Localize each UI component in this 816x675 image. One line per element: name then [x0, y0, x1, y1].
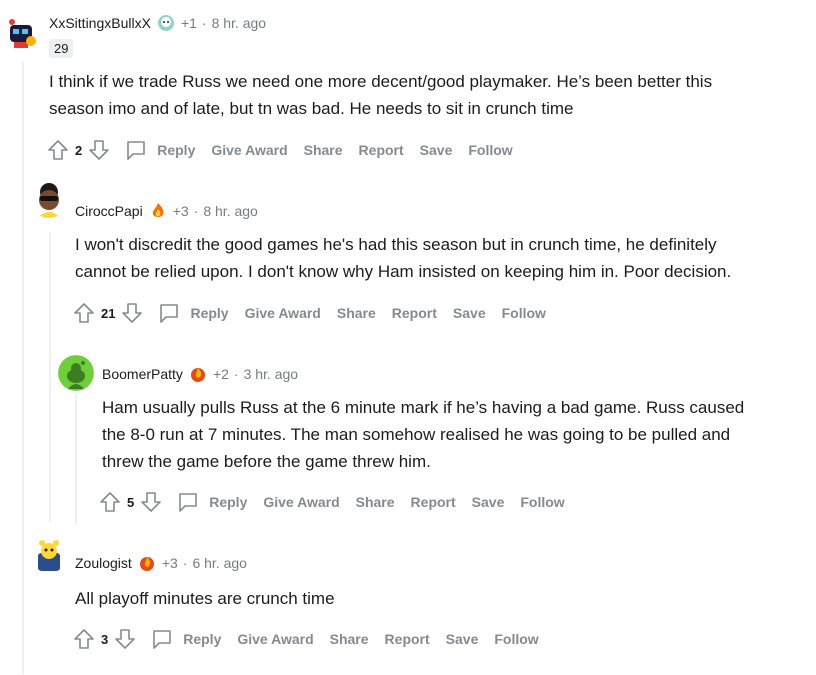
comment-actions: 5 Reply Give Award Share Report Save Fol…	[98, 488, 581, 516]
upvote-icon[interactable]	[46, 138, 70, 162]
reply-bubble-icon[interactable]	[158, 301, 182, 325]
comment-body: I think if we trade Russ we need one mor…	[49, 68, 712, 122]
downvote-icon[interactable]	[139, 490, 163, 514]
downvote-icon[interactable]	[120, 301, 144, 325]
fire-flair-icon	[189, 365, 207, 383]
username[interactable]: BoomerPatty	[102, 366, 183, 382]
timestamp[interactable]: 3 hr. ago	[244, 366, 299, 382]
comment-actions: 2 Reply Give Award Share Report Save Fol…	[46, 136, 529, 164]
thread-line[interactable]	[75, 394, 77, 524]
avatar[interactable]	[58, 355, 94, 391]
username[interactable]: XxSittingxBullxX	[49, 15, 151, 31]
comment-body: Ham usually pulls Russ at the 6 minute m…	[102, 394, 744, 475]
snoo-flair-icon	[157, 14, 175, 32]
timestamp[interactable]: 6 hr. ago	[192, 555, 247, 571]
save-button[interactable]: Save	[453, 305, 486, 321]
karma: +3	[172, 203, 189, 219]
reply-button[interactable]: Reply	[157, 142, 195, 158]
flame-flair-icon	[149, 202, 167, 220]
thread-line[interactable]	[22, 62, 24, 674]
follow-button[interactable]: Follow	[494, 631, 538, 647]
comment-body: All playoff minutes are crunch time	[75, 585, 335, 612]
separator: ·	[182, 555, 188, 571]
downvote-icon[interactable]	[87, 138, 111, 162]
timestamp[interactable]: 8 hr. ago	[203, 203, 258, 219]
reply-button[interactable]: Reply	[209, 494, 247, 510]
separator: ·	[201, 15, 207, 31]
avatar[interactable]	[4, 14, 40, 50]
give-award-button[interactable]: Give Award	[263, 494, 339, 510]
karma: +1	[180, 15, 197, 31]
comment-line: season imo and of late, but tn was bad. …	[49, 99, 574, 118]
comment-line: threw the game before the game threw him…	[102, 452, 431, 471]
share-button[interactable]: Share	[330, 631, 369, 647]
comment-line: the 8-0 run at 7 minutes. The man someho…	[102, 425, 731, 444]
share-button[interactable]: Share	[356, 494, 395, 510]
follow-button[interactable]: Follow	[502, 305, 546, 321]
give-award-button[interactable]: Give Award	[237, 631, 313, 647]
comment-body: I won't discredit the good games he's ha…	[75, 231, 731, 285]
timestamp[interactable]: 8 hr. ago	[212, 15, 267, 31]
follow-button[interactable]: Follow	[520, 494, 564, 510]
vote-count: 21	[101, 305, 116, 321]
avatar[interactable]	[31, 182, 67, 218]
report-button[interactable]: Report	[385, 631, 430, 647]
comment-line: cannot be relied upon. I don't know why …	[75, 262, 732, 281]
give-award-button[interactable]: Give Award	[211, 142, 287, 158]
reply-bubble-icon[interactable]	[177, 490, 201, 514]
reply-button[interactable]: Reply	[190, 305, 228, 321]
username[interactable]: Zoulogist	[75, 555, 132, 571]
username[interactable]: CiroccPapi	[75, 203, 143, 219]
user-badge: 29	[49, 39, 74, 58]
report-button[interactable]: Report	[392, 305, 437, 321]
comment-line: Ham usually pulls Russ at the 6 minute m…	[102, 398, 745, 417]
follow-button[interactable]: Follow	[468, 142, 512, 158]
share-button[interactable]: Share	[337, 305, 376, 321]
comment-line: All playoff minutes are crunch time	[75, 589, 335, 608]
comment-line: I won't discredit the good games he's ha…	[75, 235, 717, 254]
thread-line[interactable]	[49, 232, 51, 522]
comment-line: I think if we trade Russ we need one mor…	[49, 72, 713, 91]
comment-actions: 21 Reply Give Award Share Report Save Fo…	[72, 299, 562, 327]
separator: ·	[193, 203, 199, 219]
karma: +3	[161, 555, 178, 571]
reply-button[interactable]: Reply	[183, 631, 221, 647]
vote-count: 3	[101, 631, 109, 647]
upvote-icon[interactable]	[72, 627, 96, 651]
share-button[interactable]: Share	[304, 142, 343, 158]
karma: +2	[212, 366, 229, 382]
downvote-icon[interactable]	[113, 627, 137, 651]
give-award-button[interactable]: Give Award	[245, 305, 321, 321]
save-button[interactable]: Save	[420, 142, 453, 158]
avatar[interactable]	[31, 537, 67, 573]
save-button[interactable]: Save	[446, 631, 479, 647]
upvote-icon[interactable]	[98, 490, 122, 514]
fire-flair-icon	[138, 554, 156, 572]
separator: ·	[233, 366, 239, 382]
comment-actions: 3 Reply Give Award Share Report Save Fol…	[72, 625, 555, 653]
save-button[interactable]: Save	[472, 494, 505, 510]
upvote-icon[interactable]	[72, 301, 96, 325]
reply-bubble-icon[interactable]	[125, 138, 149, 162]
report-button[interactable]: Report	[359, 142, 404, 158]
reply-bubble-icon[interactable]	[151, 627, 175, 651]
vote-count: 5	[127, 494, 135, 510]
vote-count: 2	[75, 142, 83, 158]
report-button[interactable]: Report	[411, 494, 456, 510]
